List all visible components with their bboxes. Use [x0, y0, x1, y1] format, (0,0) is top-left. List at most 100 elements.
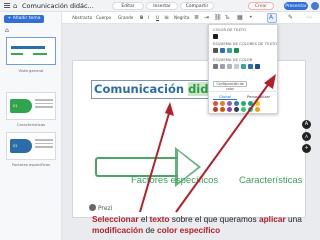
thumbnail-caracteristicas[interactable]: 01	[6, 92, 56, 120]
mini-title-bar	[11, 46, 45, 49]
caption-w4: sobre el que queramos	[169, 214, 259, 224]
palette-swatch[interactable]	[213, 101, 218, 106]
share-button[interactable]: Compartir	[180, 2, 214, 10]
caption-w3: texto	[149, 214, 170, 224]
weight-dropdown[interactable]: Negrita	[174, 15, 189, 21]
text-type-dropdown[interactable]: Cuerpo	[96, 15, 111, 21]
text-color-panel: COLOR DE TEXTO ESQUEMA DE COLORES DE TEX…	[208, 24, 279, 114]
palette-swatch[interactable]	[227, 107, 232, 112]
theme-swatch[interactable]	[220, 48, 225, 53]
scheme-swatch[interactable]	[213, 64, 218, 69]
share-label: Compartir	[185, 4, 209, 9]
scheme-swatch[interactable]	[241, 64, 246, 69]
color-tabs: Global Personalizar	[209, 91, 279, 100]
palette-swatch[interactable]	[234, 107, 239, 112]
canvas: Comunicación didáctica c Factores especí…	[62, 24, 320, 240]
thumbnail-factores[interactable]: 02	[6, 132, 56, 160]
bullet-icon[interactable]: •	[249, 14, 253, 22]
tab-custom[interactable]: Personalizar	[247, 94, 270, 99]
caption-w1: Seleccionar	[92, 214, 139, 224]
mini-text: 02	[13, 144, 18, 148]
caption-w6: una	[285, 214, 302, 224]
highlight-icon[interactable]: ▦	[237, 14, 243, 22]
section-color-scheme: ESQUEMA DE COLOR	[213, 58, 253, 62]
decrease-text-button[interactable]: A	[302, 132, 311, 141]
scheme-swatch[interactable]	[227, 64, 232, 69]
text-size-dropdown[interactable]: Grande	[118, 15, 133, 21]
theme-swatch[interactable]	[227, 48, 232, 53]
mini-bar	[33, 53, 47, 55]
palette-swatch[interactable]	[220, 107, 225, 112]
present-button[interactable]: Presentar	[284, 2, 308, 10]
top-bar: ⌂ Comunicación didác... Editar Insertar …	[0, 0, 320, 17]
swatch-black[interactable]	[213, 34, 218, 39]
palette-swatch[interactable]	[241, 101, 246, 106]
caption-w7: modificación	[92, 224, 144, 235]
thumbnail-label: Características	[16, 122, 46, 127]
mini-lines	[35, 99, 53, 110]
font-style-dropdown[interactable]: Abstracto	[72, 15, 92, 21]
more-icon[interactable]: ⋯	[306, 14, 312, 22]
scheme-swatch[interactable]	[248, 64, 253, 69]
prezi-editor: ⌂ Comunicación didác... Editar Insertar …	[0, 0, 320, 240]
arrow-body	[95, 157, 179, 177]
text-color-icon: A	[269, 14, 274, 21]
avatar[interactable]	[311, 2, 319, 10]
palette-swatch[interactable]	[255, 107, 260, 112]
instruction-caption: Seleccionar el texto sobre el que queram…	[92, 214, 318, 235]
prezi-logo-text: Prezi	[98, 205, 113, 212]
palette-swatch[interactable]	[227, 101, 232, 106]
theme-swatch[interactable]	[213, 48, 218, 53]
color-settings-button[interactable]: Configuración de color	[213, 81, 247, 91]
thumbnail-overview[interactable]	[6, 37, 56, 65]
section-text-color: COLOR DE TEXTO	[213, 28, 247, 32]
thumbnail-label: Vista general	[18, 68, 44, 73]
sidebar: + Añadir tema ⌂ Vista general 01 Caracte…	[0, 12, 62, 240]
mini-lines	[35, 139, 53, 150]
add-topic-button[interactable]: + Añadir tema	[4, 15, 44, 23]
menu-icon[interactable]	[4, 3, 10, 9]
italic-button[interactable]: I	[148, 15, 149, 21]
label-factores[interactable]: Factores específicos	[131, 175, 218, 186]
increase-text-button[interactable]: A	[302, 120, 311, 129]
indent-icon[interactable]: ⇥	[204, 14, 209, 22]
presentation-title[interactable]: Comunicación didác...	[22, 2, 94, 10]
edit-button[interactable]: Editar	[112, 2, 144, 10]
overview-home-icon[interactable]: ⌂	[5, 27, 9, 34]
link-icon[interactable]: ⛓	[214, 14, 222, 22]
palette-swatch[interactable]	[248, 107, 253, 112]
caption-w2: el	[138, 214, 150, 224]
case-button[interactable]: Tu	[225, 15, 230, 21]
caption-w8: de	[143, 224, 158, 235]
title-part1: Comunicación	[94, 82, 189, 96]
brush-icon[interactable]: ✎	[288, 14, 293, 22]
add-button[interactable]: +	[302, 144, 311, 153]
edit-label: Editar	[121, 4, 135, 9]
thumbnail-label: Factores específicos	[11, 162, 51, 167]
scheme-swatch[interactable]	[220, 64, 225, 69]
bold-button[interactable]: B	[140, 15, 143, 21]
label-caracteristicas[interactable]: Características	[239, 175, 302, 186]
palette-swatch[interactable]	[255, 101, 260, 106]
present-label: Presentar	[285, 4, 307, 9]
home-icon[interactable]: ⌂	[13, 2, 17, 10]
scheme-swatch[interactable]	[234, 64, 239, 69]
palette-swatch[interactable]	[220, 101, 225, 106]
text-toolbar: Abstracto Cuerpo Grande B I U ≡ Negrita …	[62, 12, 320, 24]
insert-button[interactable]: Insertar	[146, 2, 178, 10]
prezi-logo-icon	[89, 204, 96, 211]
caption-w5: aplicar	[258, 214, 286, 224]
create-video-button[interactable]: Crear video	[248, 2, 274, 17]
palette-swatch[interactable]	[213, 107, 218, 112]
palette-swatch[interactable]	[248, 101, 253, 106]
theme-swatch[interactable]	[234, 48, 239, 53]
scheme-swatch[interactable]	[255, 64, 260, 69]
insert-label: Insertar	[153, 4, 171, 9]
list-icon[interactable]: ≡	[164, 14, 169, 22]
align-icon[interactable]: ≣	[194, 14, 199, 22]
caption-w9: color específico	[157, 224, 221, 235]
tab-underline	[213, 99, 237, 100]
palette-swatch[interactable]	[241, 107, 246, 112]
palette-swatch[interactable]	[234, 101, 239, 106]
underline-button[interactable]: U	[156, 15, 159, 21]
